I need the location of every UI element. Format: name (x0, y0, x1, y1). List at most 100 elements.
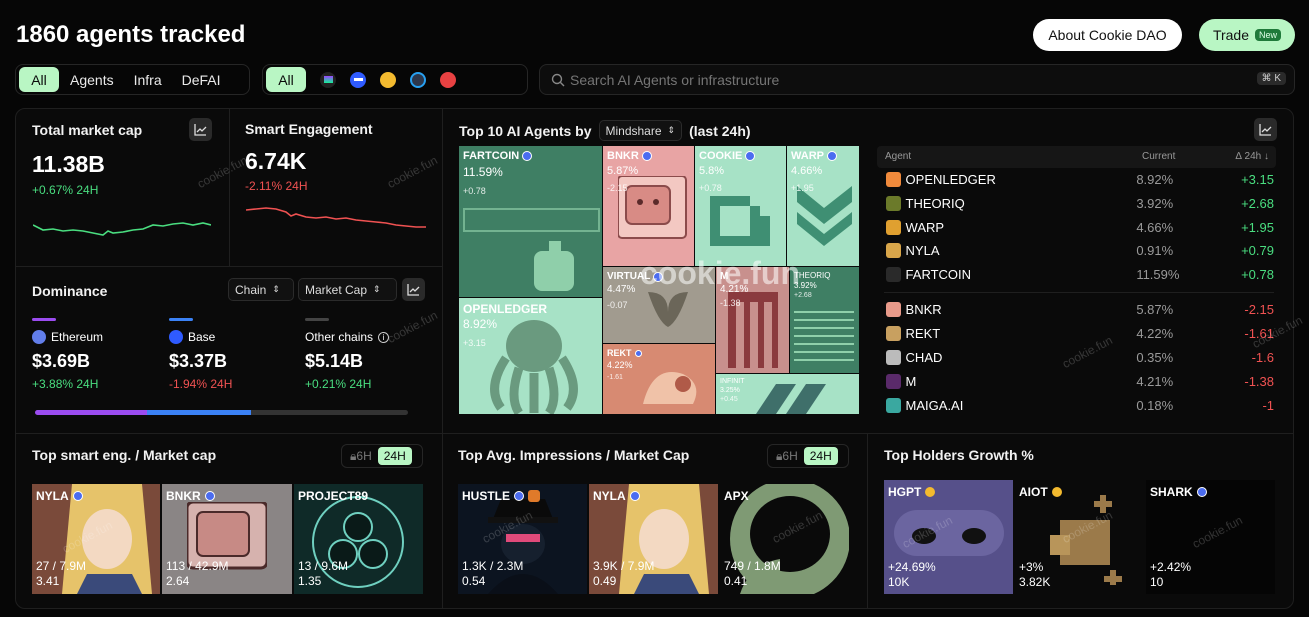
chain-badge (1196, 487, 1207, 497)
tile-pct: 5.8% (699, 165, 725, 177)
dominance-ethereum: Ethereum $3.69B +3.88% 24H (32, 330, 103, 391)
bnkr-art (618, 176, 687, 239)
tf-24h[interactable]: 24H (377, 447, 412, 465)
row-delta: -1 (1262, 398, 1274, 413)
tf-24h[interactable]: 24H (803, 447, 838, 465)
card-name-text: HGPT (888, 485, 922, 499)
row-delta: -1.6 (1251, 350, 1274, 365)
tile-change: +3.15 (463, 338, 486, 348)
tile-change: +0.45 (720, 396, 738, 403)
tile-theoriq[interactable]: THEORIQ 3.92% +2.68 (790, 267, 859, 373)
bnb-icon[interactable] (380, 71, 396, 88)
tile-name: OPENLEDGER (463, 302, 547, 316)
card-value: 749 / 1.8M (724, 559, 781, 573)
tile-cookie[interactable]: COOKIE 5.8% +0.78 (695, 146, 786, 266)
row-name: M (905, 374, 917, 389)
engagement-label: Smart Engagement (245, 121, 373, 137)
search-input[interactable] (570, 70, 1220, 90)
fartcoin-icon (886, 267, 901, 282)
card-growth: +3% (1019, 560, 1044, 574)
table-row[interactable]: NYLA 0.91% +0.79 (884, 239, 1274, 262)
dominance-bar-ethereum (35, 410, 147, 415)
impressions-title: Top Avg. Impressions / Market Cap (458, 447, 690, 463)
table-row[interactable]: OPENLEDGER 8.92% +3.15 (884, 168, 1274, 191)
table-row[interactable]: BNKR 5.87% -2.15 (884, 298, 1274, 321)
tile-name: INFINIT (720, 378, 745, 385)
tile-warp[interactable]: WARP 4.66% +1.95 (787, 146, 859, 266)
card-value: 27 / 7.9M (36, 559, 87, 573)
dominance-chart-button[interactable] (402, 278, 425, 301)
chain-select[interactable]: Chain ⇕ (228, 278, 294, 301)
avalanche-icon[interactable] (440, 71, 456, 88)
tile-rekt[interactable]: REKT 4.22% -1.61 (603, 344, 715, 414)
tile-infinit[interactable]: INFINIT 3.25% +0.45 (716, 374, 859, 414)
tile-fartcoin[interactable]: FARTCOIN 11.59% +0.78 (459, 146, 602, 297)
impressions-timeframe: 🔒︎ 6H 24H (767, 444, 849, 468)
treemap-watermark: cookie.fun (640, 255, 801, 291)
col-current[interactable]: Current (1142, 151, 1175, 162)
chain-all[interactable]: All (266, 67, 306, 92)
table-row[interactable]: WARP 4.66% +1.95 (884, 216, 1274, 239)
table-row[interactable]: MAIGA.AI 0.18% -1 (884, 394, 1274, 417)
metric-select[interactable]: Market Cap ⇕ (298, 278, 397, 301)
search-bar[interactable]: ⌘ K (539, 64, 1295, 95)
solana-icon[interactable] (320, 71, 336, 88)
row-current: 4.21% (1136, 374, 1174, 389)
project89-art (312, 496, 404, 588)
tile-openledger[interactable]: OPENLEDGER 8.92% +3.15 (459, 298, 602, 414)
tf-6h[interactable]: 🔒︎ 6H (344, 447, 378, 465)
tile-change: -0.07 (607, 300, 628, 310)
filter-infra[interactable]: Infra (125, 67, 171, 92)
tile-change: +2.68 (794, 292, 812, 299)
new-badge: New (1255, 29, 1282, 41)
dominance-name: Ethereum (51, 330, 104, 344)
card-name: BNKR (166, 489, 215, 503)
mindshare-select[interactable]: Mindshare ⇕ (598, 120, 683, 141)
table-row[interactable]: M 4.21% -1.38 (884, 370, 1274, 393)
chart-icon (194, 124, 207, 136)
card-ratio: 0.54 (462, 574, 486, 588)
card-project89[interactable]: PROJECT89 13 / 9.6M 1.35 (294, 484, 423, 594)
table-row[interactable]: THEORIQ 3.92% +2.68 (884, 192, 1274, 215)
card-bnkr[interactable]: BNKR 113 / 42.9M 2.64 (162, 484, 292, 594)
row-name: WARP (905, 220, 945, 235)
dominance-name: Base (188, 330, 216, 344)
trade-button[interactable]: Trade New (1199, 19, 1295, 51)
table-row[interactable]: REKT 4.22% -1.61 (884, 322, 1274, 345)
tf-6h[interactable]: 🔒︎ 6H (770, 447, 804, 465)
market-cap-chart-button[interactable] (189, 118, 212, 141)
bnb-icon (1051, 487, 1062, 497)
filter-agents[interactable]: Agents (61, 67, 123, 92)
card-name-text: APX (724, 489, 749, 503)
filter-defai[interactable]: DeFAI (173, 67, 230, 92)
market-cap-sparkline (33, 222, 211, 236)
row-current: 0.18% (1136, 398, 1174, 413)
chain-badge (629, 491, 640, 501)
card-ratio: 0.49 (593, 574, 617, 588)
card-name-text: PROJECT89 (298, 489, 369, 503)
dominance-bar (35, 410, 408, 415)
base-icon[interactable] (350, 71, 366, 88)
card-name: AIOT (1019, 485, 1062, 499)
row-current: 3.92% (1136, 196, 1174, 211)
card-name: HUSTLE (462, 489, 540, 503)
row-delta: -1.38 (1244, 374, 1274, 389)
dominance-bar-base (146, 410, 252, 415)
top10-chart-button[interactable] (1254, 118, 1277, 141)
tile-change: +0.78 (699, 183, 722, 193)
table-row[interactable]: FARTCOIN 11.59% +0.78 (884, 263, 1274, 286)
tf-6h-label: 6H (782, 449, 798, 463)
chain-badge (827, 151, 837, 161)
arbitrum-icon[interactable] (410, 71, 426, 88)
tile-name-text: FARTCOIN (463, 150, 520, 162)
tile-bnkr[interactable]: BNKR 5.87% -2.15 (603, 146, 694, 266)
card-hustle[interactable]: HUSTLE 1.3K / 2.3M 0.54 (458, 484, 587, 594)
filter-all[interactable]: All (19, 67, 59, 92)
row-name: FARTCOIN (905, 267, 972, 282)
col-delta[interactable]: ∆ 24h ↓ (1236, 151, 1269, 162)
card-ratio: 0.41 (724, 574, 748, 588)
chad-icon (886, 350, 901, 365)
card-nyla-2[interactable]: NYLA 3.9K / 7.9M 0.49 (589, 484, 718, 594)
about-button[interactable]: About Cookie DAO (1033, 19, 1182, 51)
tile-change: -1.38 (720, 298, 741, 308)
